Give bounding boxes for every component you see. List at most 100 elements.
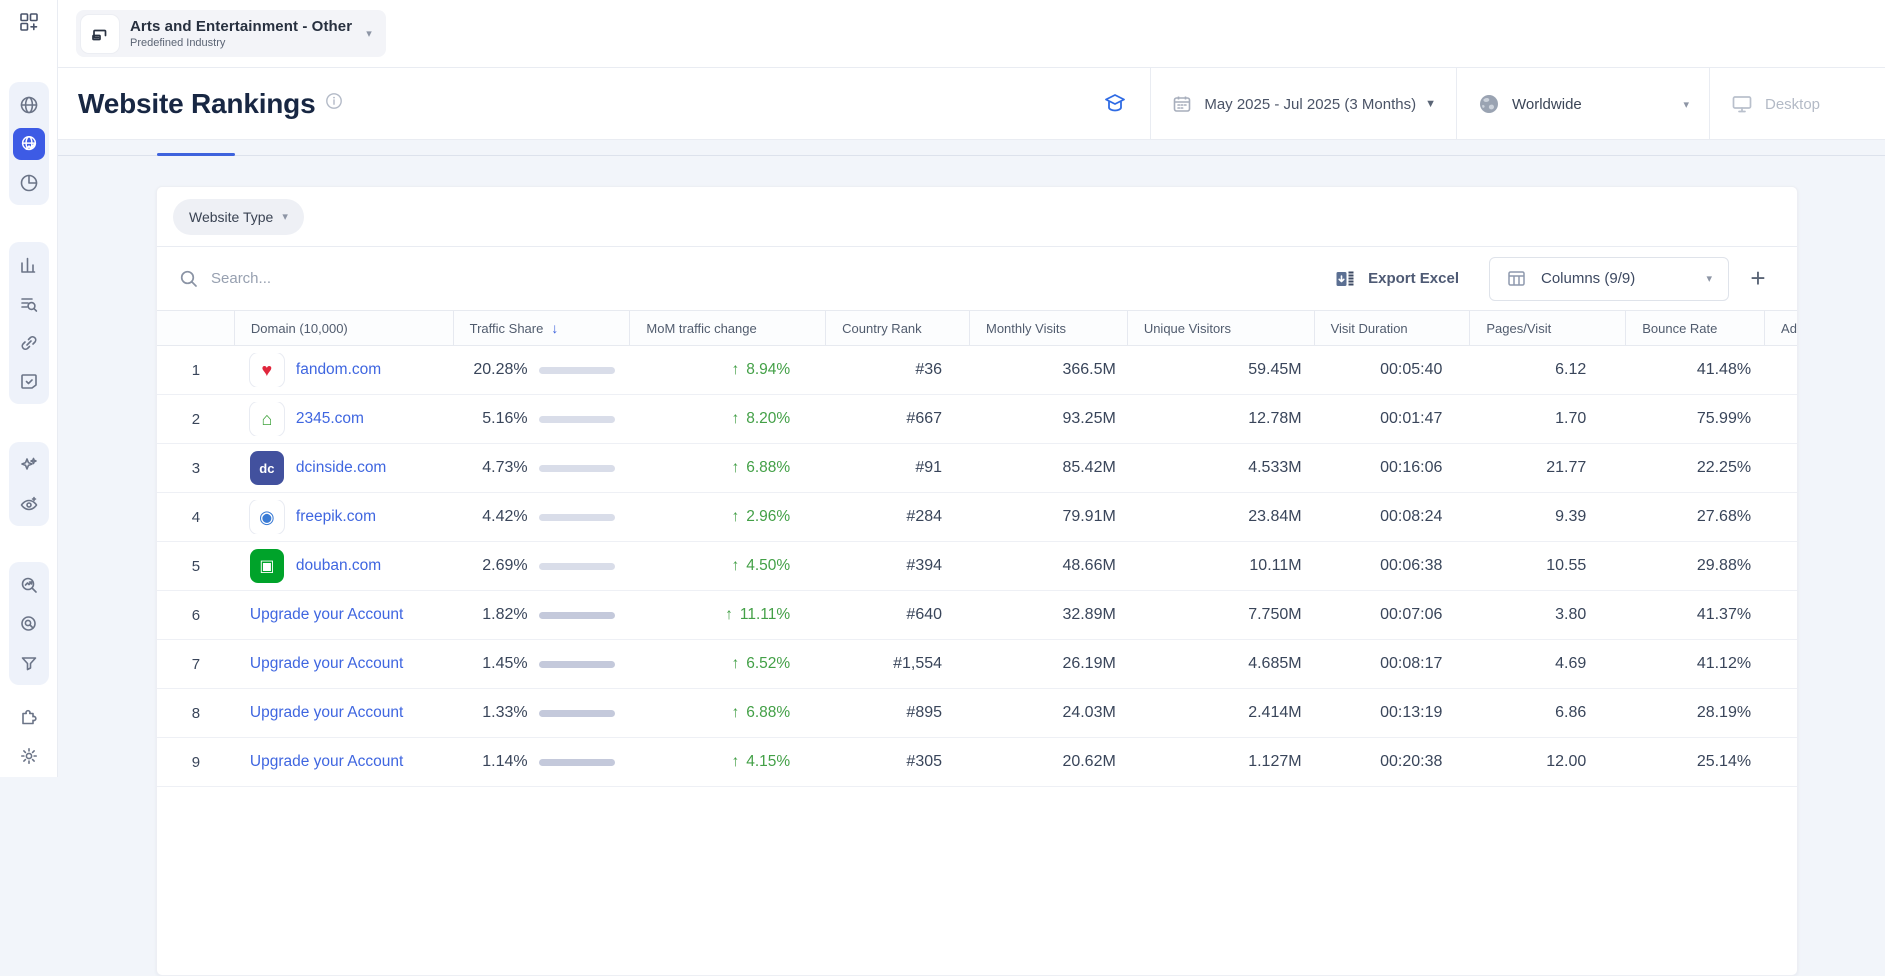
sidebar-item-link[interactable] xyxy=(9,323,49,362)
sidebar-item-funnel[interactable] xyxy=(9,643,49,682)
sidebar-item-list-search[interactable] xyxy=(9,284,49,323)
traffic-share-value: 5.16% xyxy=(470,410,528,428)
traffic-share-value: 4.42% xyxy=(470,508,528,526)
domain-cell: ▣ douban.com xyxy=(235,549,454,583)
domain-link[interactable]: douban.com xyxy=(296,557,381,575)
industry-selector[interactable]: Arts and Entertainment - Other Predefine… xyxy=(76,10,386,57)
traffic-share-bar xyxy=(539,759,615,766)
table-row[interactable]: 7 Upgrade your Account 1.45% ↑6.52% #1,5… xyxy=(157,640,1797,689)
info-icon[interactable] xyxy=(325,92,343,115)
column-header[interactable] xyxy=(157,311,235,345)
column-header[interactable]: MoM traffic change xyxy=(630,311,826,345)
sidebar-item-website-rankings[interactable] xyxy=(9,124,49,163)
sidebar-item-search-trend[interactable] xyxy=(9,565,49,604)
domain-link[interactable]: Upgrade your Account xyxy=(250,704,403,722)
domain-link[interactable]: Upgrade your Account xyxy=(250,655,403,673)
website-type-filter[interactable]: Website Type ▾ xyxy=(173,199,304,235)
traffic-share-cell: 5.16% xyxy=(454,410,631,428)
traffic-share-cell: 2.69% xyxy=(454,557,631,575)
region-selector[interactable]: Worldwide ▾ xyxy=(1456,68,1709,140)
sidebar-item-bars[interactable] xyxy=(9,245,49,284)
sidebar-group-tools xyxy=(9,562,49,685)
calendar-icon xyxy=(1171,93,1193,115)
traffic-share-bar xyxy=(539,661,615,668)
mom-change-cell: ↑11.11% xyxy=(630,606,826,624)
academy-button[interactable] xyxy=(1080,68,1150,140)
table-row[interactable]: 3 dc dcinside.com 4.73% ↑6.88% #91 85.42… xyxy=(157,444,1797,493)
sidebar-item-folder-check[interactable] xyxy=(9,362,49,401)
table-row[interactable]: 6 Upgrade your Account 1.82% ↑11.11% #64… xyxy=(157,591,1797,640)
column-header[interactable]: Pages/Visit xyxy=(1470,311,1626,345)
caret-down-icon: ▼ xyxy=(1425,98,1436,110)
date-range-selector[interactable]: May 2025 - Jul 2025 (3 Months) ▼ xyxy=(1150,68,1456,140)
table-body: 1 ♥ fandom.com 20.28% ↑8.94% #36 366.5M … xyxy=(157,346,1797,787)
column-header[interactable]: Domain (10,000) xyxy=(235,311,454,345)
sidebar-item-globe[interactable] xyxy=(9,85,49,124)
rank-cell: 2 xyxy=(157,411,235,428)
region-label: Worldwide xyxy=(1512,96,1582,113)
table-row[interactable]: 5 ▣ douban.com 2.69% ↑4.50% #394 48.66M … xyxy=(157,542,1797,591)
column-header[interactable]: Visit Duration xyxy=(1315,311,1471,345)
mom-change-value: 11.11% xyxy=(740,606,790,623)
table-header-row: Domain (10,000)Traffic Share↓MoM traffic… xyxy=(157,310,1797,346)
table-row[interactable]: 4 ◉ freepik.com 4.42% ↑2.96% #284 79.91M… xyxy=(157,493,1797,542)
industry-title: Arts and Entertainment - Other xyxy=(130,18,352,35)
traffic-share-value: 1.45% xyxy=(470,655,528,673)
sidebar-group-research xyxy=(9,242,49,404)
column-header[interactable]: Ad xyxy=(1765,311,1797,345)
column-header-label: Pages/Visit xyxy=(1486,321,1551,336)
table-row[interactable]: 8 Upgrade your Account 1.33% ↑6.88% #895… xyxy=(157,689,1797,738)
column-header[interactable]: Country Rank xyxy=(826,311,970,345)
traffic-share-value: 1.82% xyxy=(470,606,528,624)
sidebar-item-search-zoom[interactable] xyxy=(9,604,49,643)
domain-link[interactable]: dcinside.com xyxy=(296,459,386,477)
sort-desc-icon[interactable]: ↓ xyxy=(551,320,558,336)
pages-visit-cell: 21.77 xyxy=(1470,459,1626,477)
search-input[interactable] xyxy=(211,270,631,287)
mom-change-value: 6.88% xyxy=(746,459,790,476)
mom-change-value: 2.96% xyxy=(746,508,790,525)
device-selector[interactable]: Desktop xyxy=(1709,68,1885,140)
sidebar-item-integrations[interactable] xyxy=(9,697,49,736)
site-favicon: ⌂ xyxy=(250,402,284,436)
domain-link[interactable]: 2345.com xyxy=(296,410,364,428)
visit-duration-cell: 00:06:38 xyxy=(1315,557,1471,575)
column-header-label: Country Rank xyxy=(842,321,921,336)
academy-cap-icon xyxy=(1102,91,1128,117)
sidebar-item-pie[interactable] xyxy=(9,163,49,202)
column-header[interactable]: Traffic Share↓ xyxy=(454,311,631,345)
domain-link[interactable]: Upgrade your Account xyxy=(250,606,403,624)
topbar: Arts and Entertainment - Other Predefine… xyxy=(58,0,1885,68)
domain-cell: ♥ fandom.com xyxy=(235,353,454,387)
country-rank-cell: #640 xyxy=(826,606,970,624)
domain-link[interactable]: Upgrade your Account xyxy=(250,753,403,771)
unique-visitors-cell: 12.78M xyxy=(1128,410,1315,428)
site-favicon: dc xyxy=(250,451,284,485)
table-row[interactable]: 2 ⌂ 2345.com 5.16% ↑8.20% #667 93.25M 12… xyxy=(157,395,1797,444)
add-column-button[interactable]: + xyxy=(1741,262,1775,296)
mom-change-cell: ↑4.15% xyxy=(630,753,826,771)
table-row[interactable]: 1 ♥ fandom.com 20.28% ↑8.94% #36 366.5M … xyxy=(157,346,1797,395)
eye-sparkle-icon xyxy=(13,488,45,520)
rank-cell: 3 xyxy=(157,460,235,477)
columns-dropdown[interactable]: Columns (9/9) ▾ xyxy=(1489,257,1729,301)
export-excel-button[interactable]: Export Excel xyxy=(1334,267,1459,291)
traffic-share-value: 4.73% xyxy=(470,459,528,477)
domain-link[interactable]: fandom.com xyxy=(296,361,381,379)
sidebar-item-settings[interactable] xyxy=(9,736,49,775)
sidebar-item-sparkles[interactable] xyxy=(9,445,49,484)
bounce-rate-cell: 22.25% xyxy=(1626,459,1765,477)
column-header[interactable]: Monthly Visits xyxy=(970,311,1128,345)
sidebar-item-eye[interactable] xyxy=(9,484,49,523)
domain-cell: ◉ freepik.com xyxy=(235,500,454,534)
column-header[interactable]: Bounce Rate xyxy=(1626,311,1765,345)
export-excel-icon xyxy=(1334,267,1358,291)
folder-check-icon xyxy=(13,366,45,398)
active-tab-indicator[interactable] xyxy=(157,153,235,156)
column-header[interactable]: Unique Visitors xyxy=(1128,311,1315,345)
apps-plus-icon[interactable] xyxy=(14,7,44,37)
rank-cell: 6 xyxy=(157,607,235,624)
table-row[interactable]: 9 Upgrade your Account 1.14% ↑4.15% #305… xyxy=(157,738,1797,787)
sparkles-icon xyxy=(13,449,45,481)
domain-link[interactable]: freepik.com xyxy=(296,508,376,526)
